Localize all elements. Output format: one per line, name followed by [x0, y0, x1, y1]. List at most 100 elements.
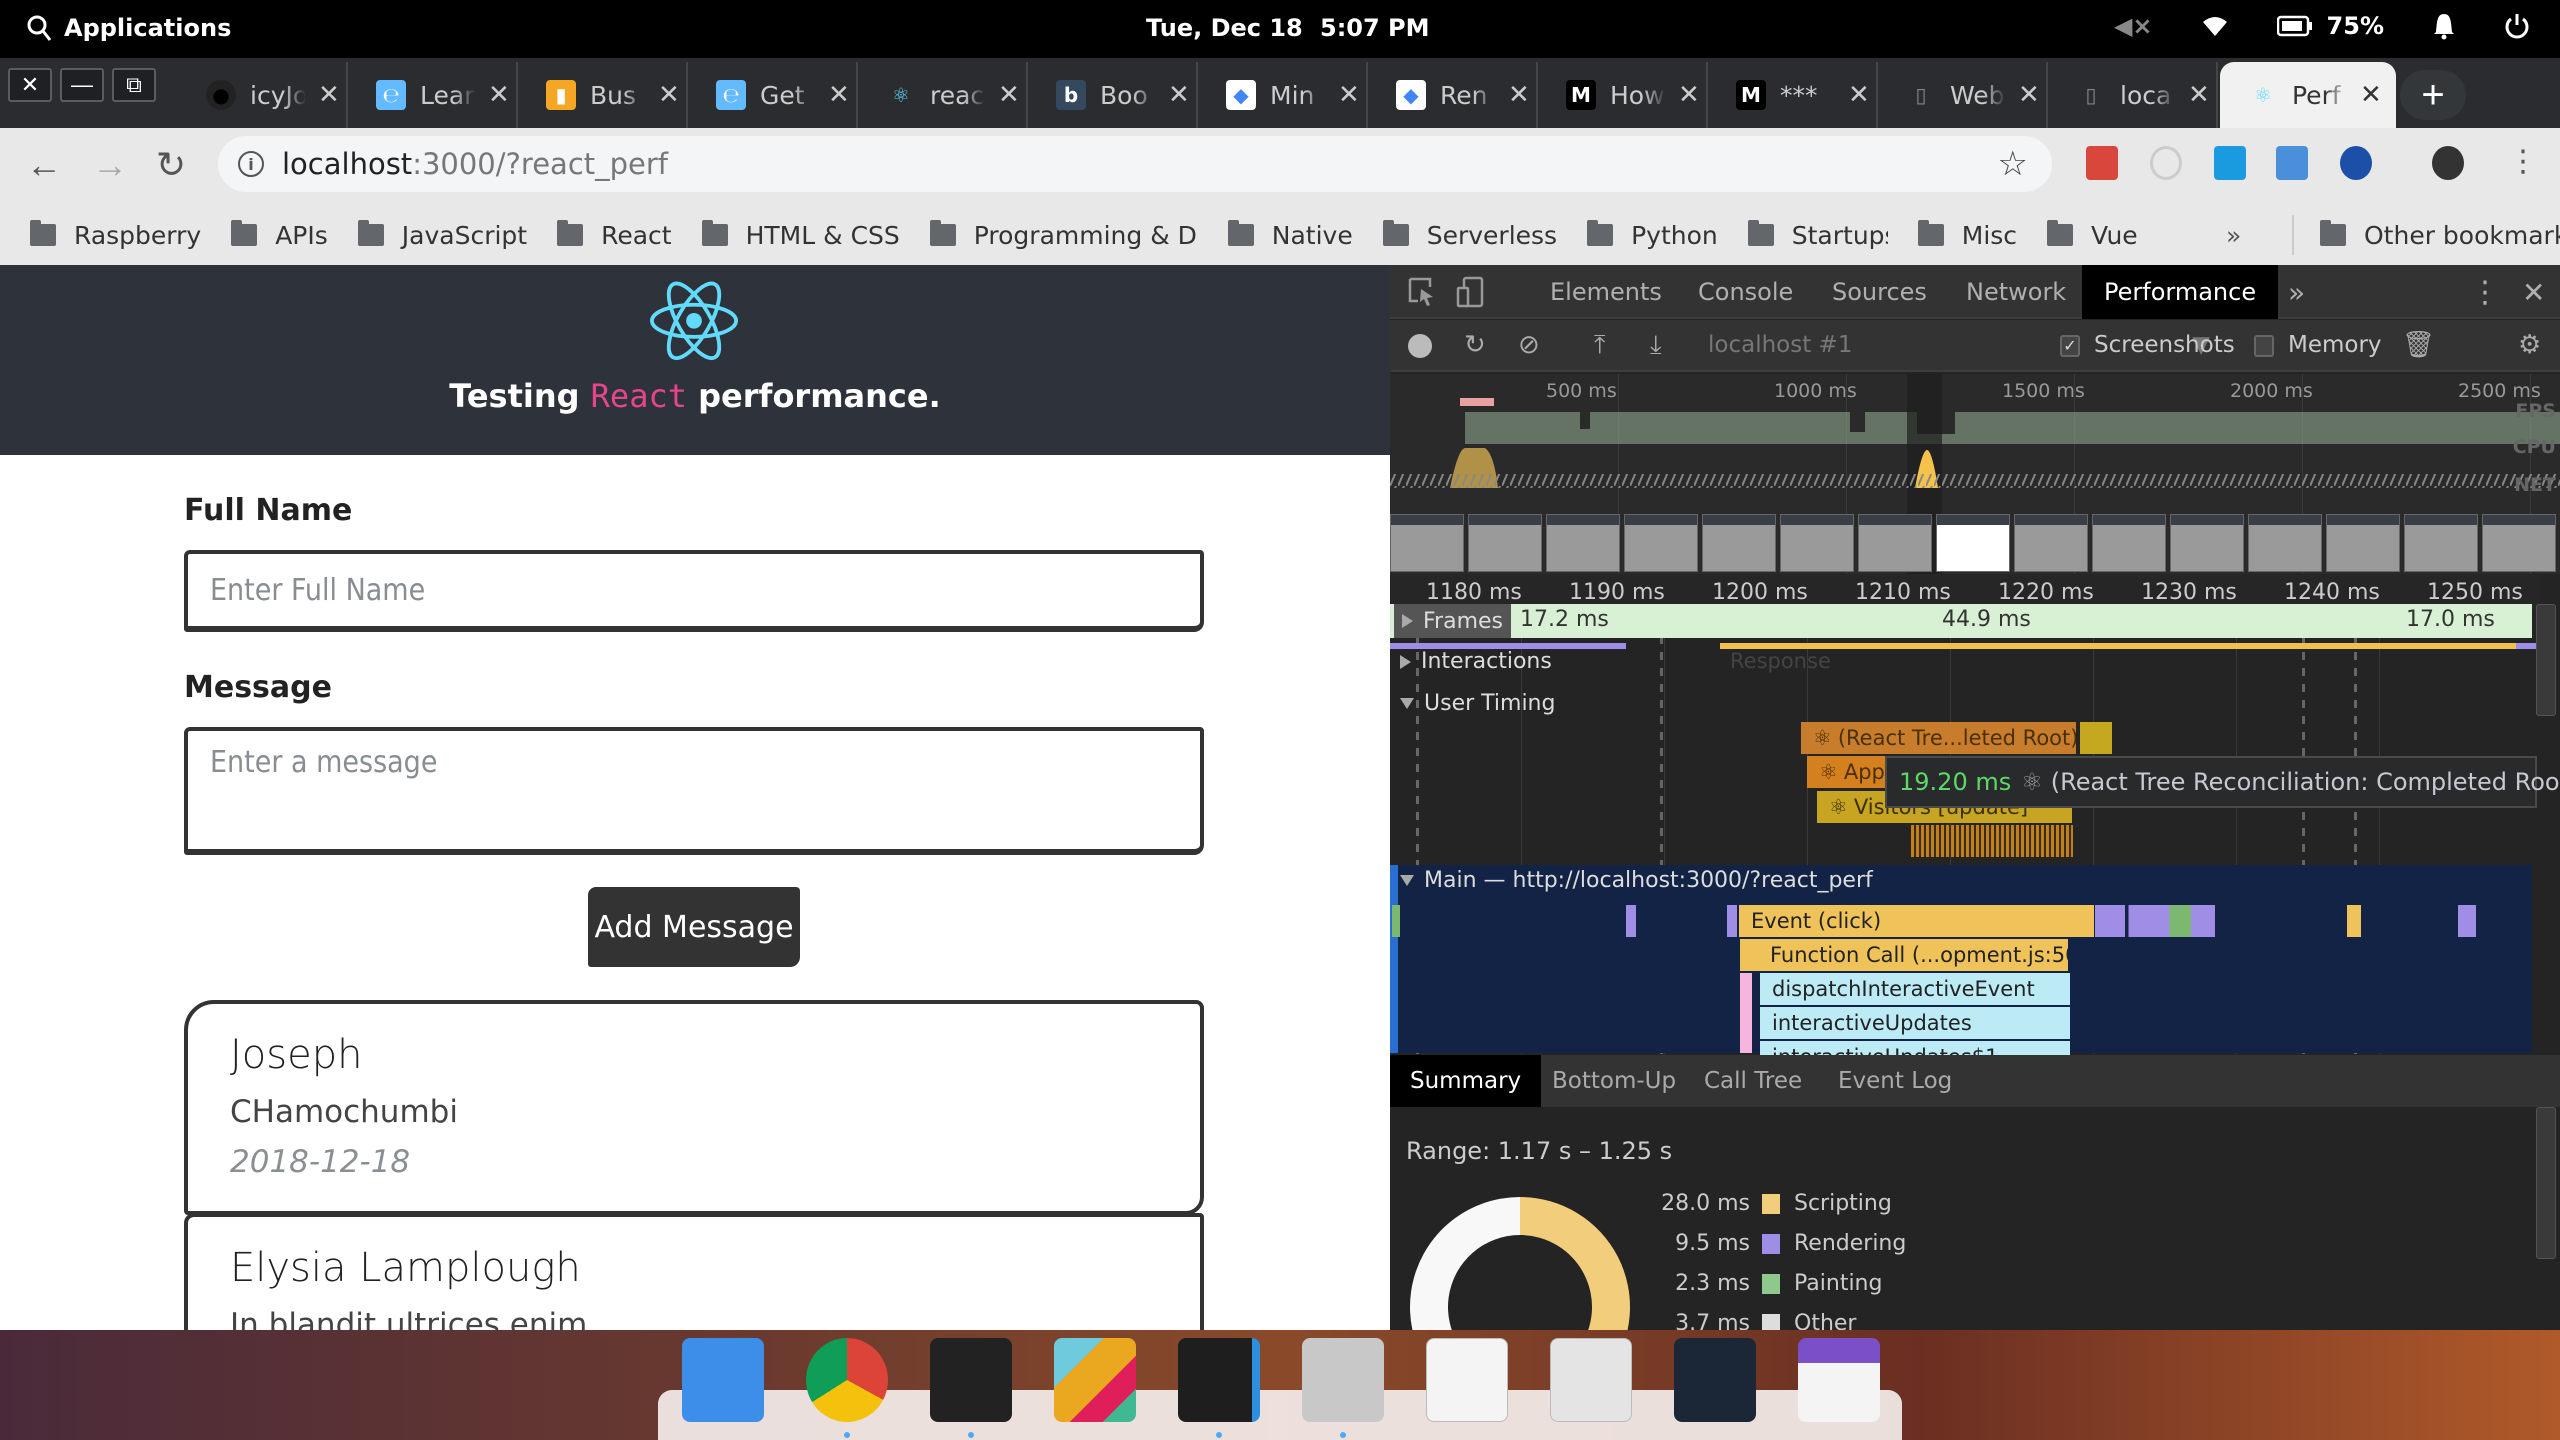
devtools-menu-icon[interactable]: ⋮ — [2470, 265, 2500, 319]
new-tab-button[interactable]: + — [2400, 70, 2466, 120]
time-label[interactable]: 5:07 PM — [1320, 14, 1430, 42]
devtools-tab-performance[interactable]: Performance — [2082, 265, 2279, 319]
full-name-input[interactable] — [188, 554, 1200, 626]
window-restore-button[interactable]: ⧉ — [112, 68, 156, 102]
screenshot-thumbnail[interactable] — [1780, 514, 1854, 572]
browser-tab[interactable]: ◆ Ren ✕ — [1368, 62, 1538, 128]
browser-tab[interactable]: ● icyJoseph ✕ — [178, 62, 348, 128]
extension-icon[interactable] — [2276, 146, 2308, 180]
screenshot-thumbnail[interactable] — [2248, 514, 2322, 572]
close-tab-icon[interactable]: ✕ — [318, 80, 340, 110]
dock-files-icon[interactable] — [1302, 1338, 1384, 1422]
close-tab-icon[interactable]: ✕ — [828, 80, 850, 110]
dock-appcenter-icon[interactable] — [1798, 1338, 1880, 1422]
dock-multitasking-view-icon[interactable] — [682, 1338, 764, 1422]
device-toolbar-icon[interactable] — [1456, 276, 1484, 308]
user-timing-sub-bars[interactable] — [1911, 825, 2073, 857]
flame-bar[interactable] — [1740, 973, 1752, 1053]
close-tab-icon[interactable]: ✕ — [2018, 80, 2040, 110]
screenshot-thumbnail[interactable] — [1390, 514, 1464, 572]
user-timing-bar[interactable]: ⚛ App — [1807, 756, 1897, 788]
screenshot-thumbnail[interactable] — [1858, 514, 1932, 572]
task-bar[interactable] — [2347, 905, 2361, 937]
screenshot-thumbnail[interactable] — [1702, 514, 1776, 572]
task-bar[interactable] — [1392, 905, 1400, 937]
screenshot-thumbnail[interactable] — [1936, 514, 2010, 572]
screenshot-thumbnail[interactable] — [2404, 514, 2478, 572]
browser-tab[interactable]: ⚛ react ✕ — [858, 62, 1028, 128]
bookmark-folder[interactable]: Misc — [1917, 220, 2017, 250]
user-timing-bar[interactable] — [2080, 722, 2112, 754]
dock-text-editor-icon[interactable] — [1426, 1338, 1508, 1422]
tab-summary[interactable]: Summary — [1390, 1055, 1542, 1107]
inspect-element-icon[interactable] — [1408, 277, 1436, 307]
browser-tab[interactable]: ℮ Learn ✕ — [348, 62, 518, 128]
dock-system-settings-icon[interactable] — [1550, 1338, 1632, 1422]
power-icon[interactable] — [2504, 12, 2530, 40]
browser-tab[interactable]: ◆ Min ✕ — [1198, 62, 1368, 128]
close-tab-icon[interactable]: ✕ — [658, 80, 680, 110]
add-message-button[interactable]: Add Message — [588, 887, 800, 967]
back-button[interactable]: ← — [26, 144, 62, 186]
load-profile-icon[interactable]: ⤒ — [1594, 330, 1606, 361]
close-tab-icon[interactable]: ✕ — [998, 80, 1020, 110]
screenshots-checkbox[interactable]: ✓ — [2060, 335, 2080, 357]
summary-scrollbar[interactable] — [2536, 1107, 2556, 1259]
profile-avatar[interactable] — [2432, 146, 2464, 180]
collect-garbage-icon[interactable]: 🗑 — [2402, 330, 2435, 360]
browser-tab[interactable]: b Boo ✕ — [1028, 62, 1198, 128]
response-interaction-bar[interactable] — [1720, 643, 2516, 649]
interactions-track-label[interactable]: Interactions — [1400, 649, 1552, 674]
bookmark-folder[interactable]: Native — [1227, 220, 1353, 250]
task-bar[interactable] — [1626, 905, 1636, 937]
message-textarea[interactable] — [188, 731, 1200, 849]
screenshot-thumbnail[interactable] — [1546, 514, 1620, 572]
browser-tab[interactable]: M How ✕ — [1538, 62, 1708, 128]
screenshot-thumbnail[interactable] — [2014, 514, 2088, 572]
browser-menu-icon[interactable]: ⋮ — [2508, 144, 2538, 179]
frames-track[interactable]: 17.2 ms 44.9 ms 17.0 ms — [1390, 604, 2532, 638]
bookmark-folder[interactable]: Vue — [2047, 220, 2138, 250]
frame-duration[interactable]: 17.0 ms — [2406, 607, 2495, 632]
frame-duration[interactable]: 44.9 ms — [1942, 607, 2031, 632]
close-tab-icon[interactable]: ✕ — [1678, 80, 1700, 110]
address-bar[interactable]: i localhost:3000/?react_perf ☆ — [218, 136, 2052, 192]
date-label[interactable]: Tue, Dec 18 — [1146, 14, 1303, 42]
bookmark-folder[interactable]: HTML & CSS — [701, 220, 900, 250]
task-bar[interactable] — [2458, 905, 2476, 937]
browser-tab[interactable]: ℮ Get ✕ — [688, 62, 858, 128]
close-tab-icon[interactable]: ✕ — [2188, 80, 2210, 110]
bookmark-star-icon[interactable]: ☆ — [1998, 144, 2028, 184]
bookmarks-overflow-button[interactable]: » — [2226, 221, 2241, 250]
screenshot-thumbnail[interactable] — [1624, 514, 1698, 572]
close-tab-icon[interactable]: ✕ — [488, 80, 510, 110]
browser-tab[interactable]: ▯ Web ✕ — [1878, 62, 2048, 128]
bookmark-folder[interactable]: Startups — [1747, 220, 1888, 250]
memory-checkbox[interactable] — [2254, 335, 2274, 357]
devtools-tab-console[interactable]: Console — [1698, 265, 1793, 319]
bookmark-folder[interactable]: React — [557, 220, 672, 250]
flame-bar-interactive-updates[interactable]: interactiveUpdates — [1760, 1007, 2070, 1039]
tab-call-tree[interactable]: Call Tree — [1704, 1055, 1802, 1107]
browser-tab[interactable]: M *** ✕ — [1708, 62, 1878, 128]
close-tab-icon[interactable]: ✕ — [1338, 80, 1360, 110]
close-tab-icon[interactable]: ✕ — [1848, 80, 1870, 110]
extension-icon[interactable] — [2214, 146, 2246, 180]
bell-icon[interactable] — [2432, 12, 2456, 40]
window-minimize-button[interactable]: — — [60, 68, 104, 102]
browser-tab[interactable]: ⚛ Perf ✕ — [2220, 62, 2396, 128]
browser-tab[interactable]: ▯ loca ✕ — [2048, 62, 2218, 128]
window-close-button[interactable]: ✕ — [8, 68, 52, 102]
devtools-tab-elements[interactable]: Elements — [1550, 265, 1662, 319]
wifi-icon[interactable] — [2201, 14, 2229, 38]
reload-button[interactable]: ↻ — [156, 144, 186, 186]
close-tab-icon[interactable]: ✕ — [2360, 80, 2382, 110]
volume-muted-icon[interactable]: ◀× — [2114, 12, 2153, 40]
screenshot-thumbnail[interactable] — [1468, 514, 1542, 572]
extension-icon[interactable] — [2340, 146, 2372, 180]
devtools-tab-network[interactable]: Network — [1966, 265, 2066, 319]
dock-chrome-icon[interactable] — [806, 1338, 888, 1422]
settings-gear-icon[interactable]: ⚙ — [2518, 330, 2541, 360]
forward-button[interactable]: → — [92, 144, 128, 186]
bookmark-folder[interactable]: Programming & Des — [929, 220, 1198, 250]
